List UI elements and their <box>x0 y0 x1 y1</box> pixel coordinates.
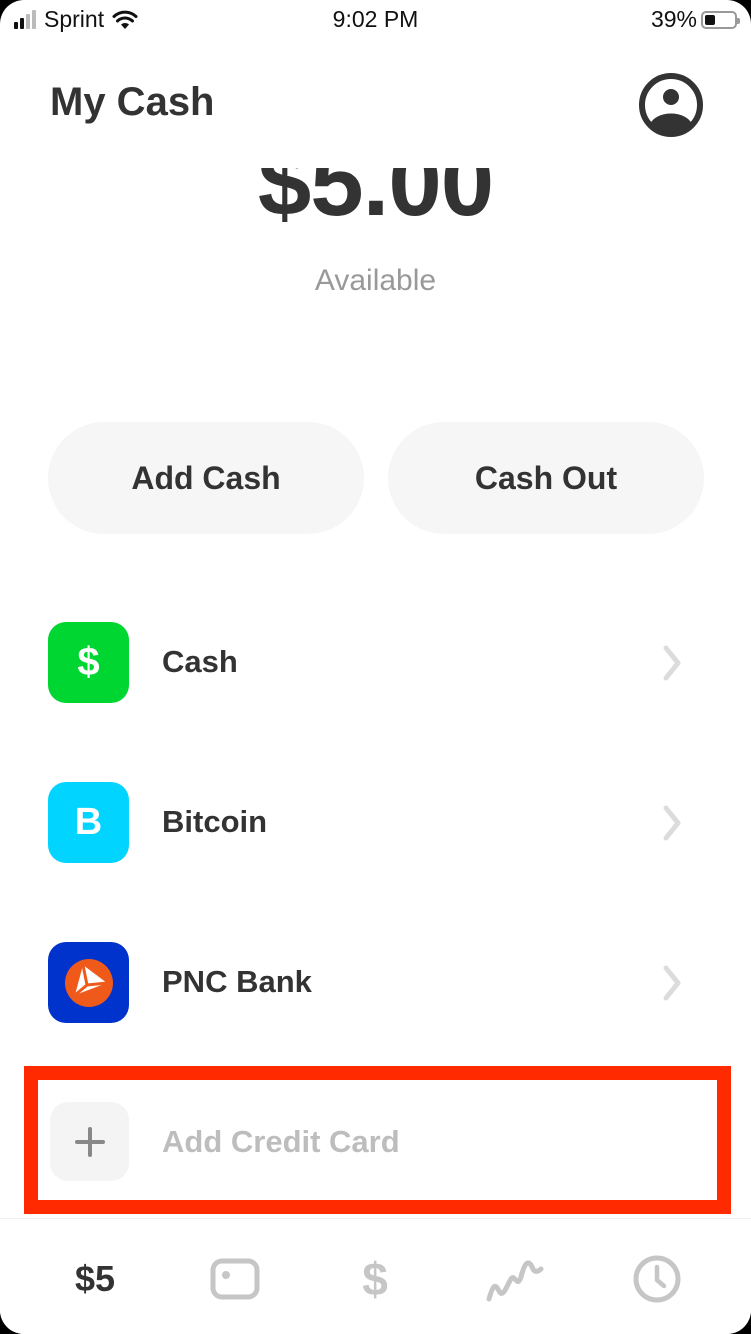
dollar-icon: $ <box>48 622 129 703</box>
account-label: PNC Bank <box>162 964 312 999</box>
account-row-cash[interactable]: $ Cash <box>48 622 708 704</box>
account-row-bitcoin[interactable]: B Bitcoin <box>48 782 708 864</box>
battery-icon <box>701 10 740 29</box>
chevron-right-icon <box>663 965 681 1001</box>
account-label: Bitcoin <box>162 804 268 839</box>
card-icon <box>210 1258 260 1300</box>
screen: Sprint 9:02 PM 39% My Cash $5.00 Availab… <box>0 0 751 1334</box>
profile-icon[interactable] <box>638 72 704 138</box>
clock-icon <box>633 1255 681 1303</box>
tab-bar: $5 $ <box>0 1218 751 1334</box>
battery-percent: 39% <box>650 6 697 32</box>
add-cash-button[interactable]: Add Cash <box>48 422 364 534</box>
tab-card[interactable] <box>195 1249 275 1309</box>
chevron-right-icon <box>663 805 681 841</box>
tab-balance[interactable]: $5 <box>55 1249 135 1309</box>
plus-icon <box>50 1102 129 1181</box>
balance-container: $5.00 <box>0 168 751 238</box>
tab-investing[interactable] <box>475 1249 555 1309</box>
status-time: 9:02 PM <box>332 6 419 32</box>
dollar-icon: $ <box>362 1253 388 1305</box>
tab-activity[interactable] <box>617 1249 697 1309</box>
chevron-right-icon <box>663 645 681 681</box>
bitcoin-icon: B <box>48 782 129 863</box>
tab-pay[interactable]: $ <box>335 1249 415 1309</box>
balance-label: Available <box>314 264 437 297</box>
account-label: Cash <box>162 644 238 679</box>
pnc-triangle-icon <box>64 958 113 1007</box>
account-row-pnc-bank[interactable]: PNC Bank <box>48 942 708 1024</box>
balance-amount: $5.00 <box>257 168 494 236</box>
add-credit-card-row[interactable]: Add Credit Card <box>50 1102 710 1184</box>
status-right: 39% <box>650 6 740 33</box>
cash-out-button[interactable]: Cash Out <box>388 422 704 534</box>
page-title: My Cash <box>50 80 215 124</box>
pnc-logo-icon <box>48 942 129 1023</box>
status-bar: Sprint 9:02 PM 39% <box>0 0 751 40</box>
add-credit-card-label: Add Credit Card <box>162 1124 400 1159</box>
investing-icon <box>486 1260 544 1302</box>
